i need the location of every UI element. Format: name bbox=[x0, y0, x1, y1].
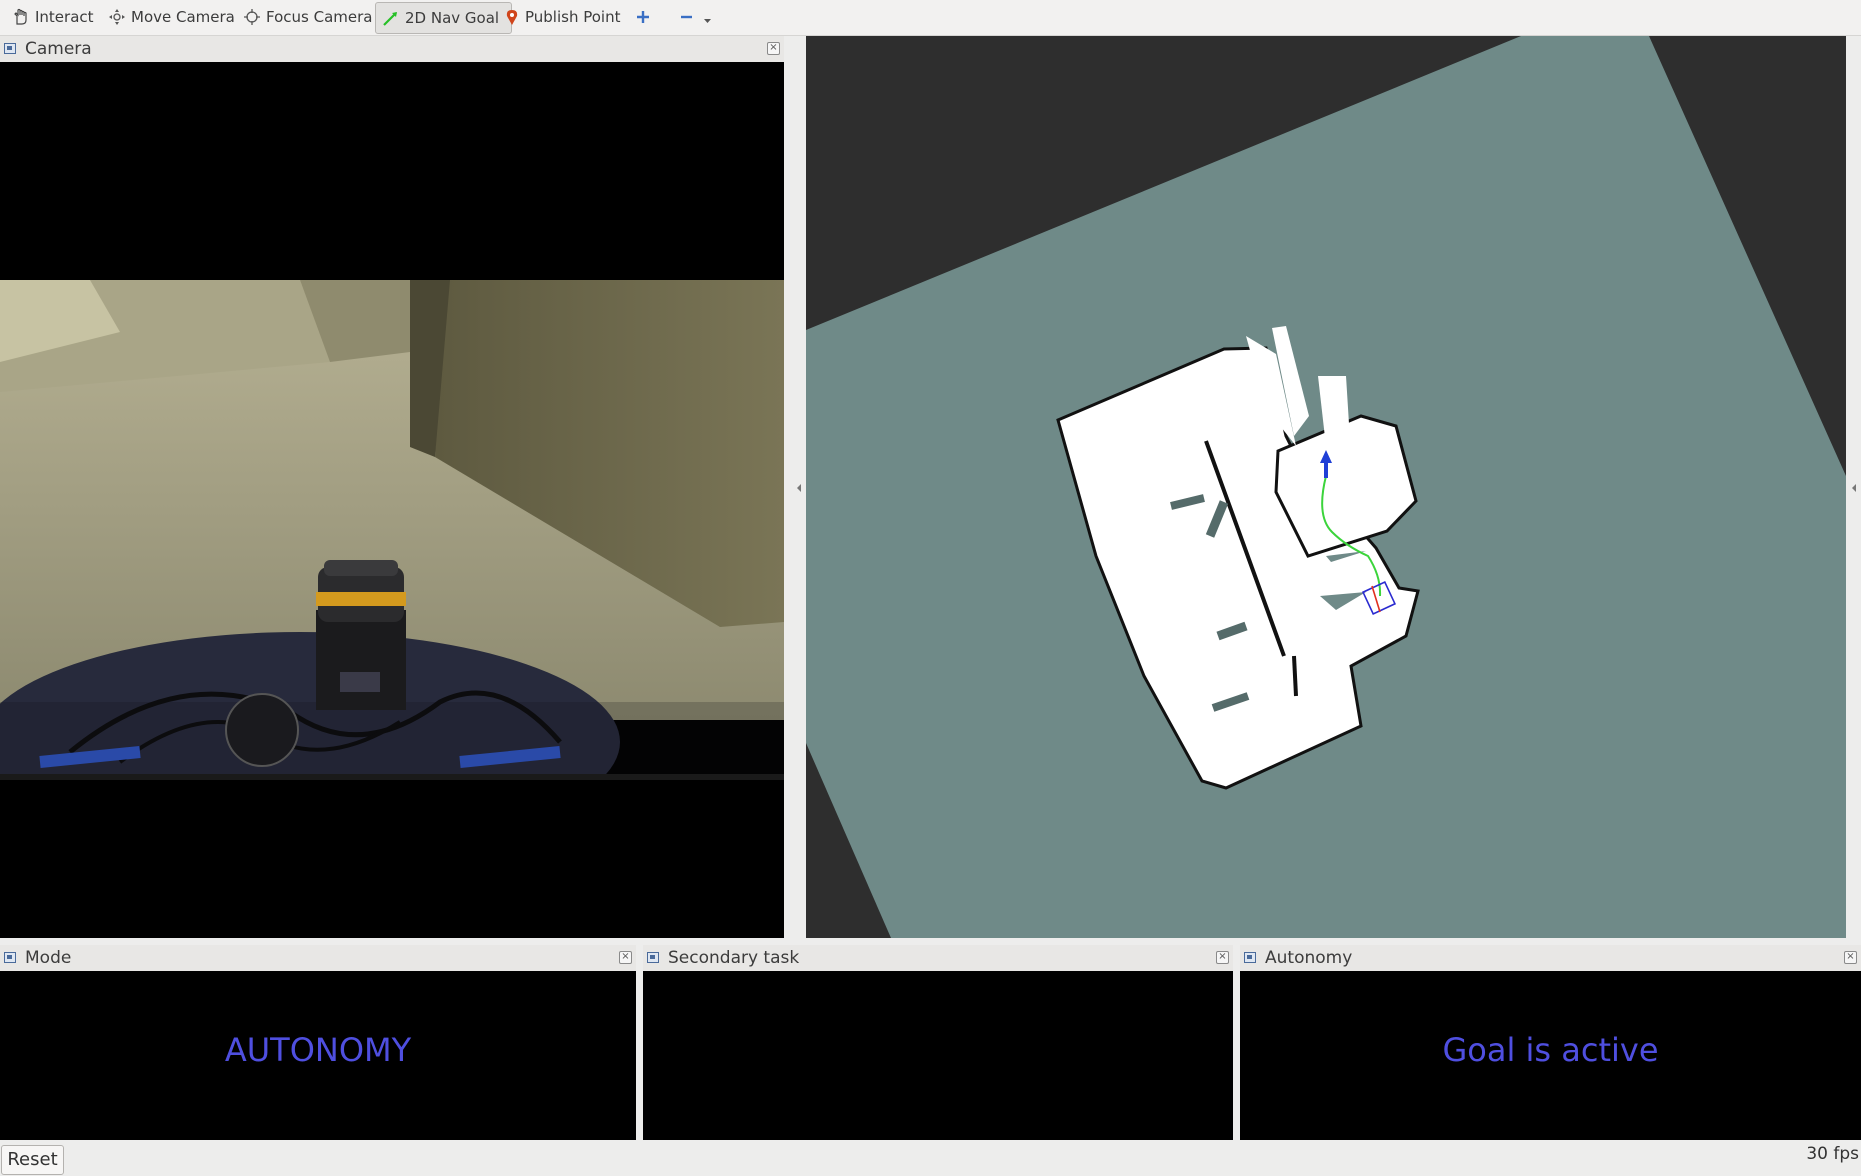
camera-panel-header[interactable]: Camera × bbox=[0, 36, 784, 63]
autonomy-status-text: Goal is active bbox=[1442, 1031, 1659, 1069]
plus-icon bbox=[637, 11, 649, 23]
close-icon[interactable]: × bbox=[767, 42, 780, 55]
right-dock-strip[interactable] bbox=[1846, 36, 1861, 938]
bottom-splitter[interactable] bbox=[0, 938, 1861, 945]
panel-icon bbox=[647, 952, 659, 963]
fps-readout: 30 fps bbox=[1806, 1144, 1859, 1164]
minus-icon bbox=[681, 15, 692, 19]
interact-tool[interactable]: Interact bbox=[12, 3, 94, 31]
close-icon[interactable]: × bbox=[619, 951, 632, 964]
interact-label: Interact bbox=[35, 8, 94, 26]
camera-frame bbox=[0, 280, 784, 938]
nav-goal-label: 2D Nav Goal bbox=[405, 9, 500, 27]
collapse-left-icon[interactable] bbox=[795, 483, 803, 493]
hand-icon bbox=[14, 8, 27, 25]
panel-icon bbox=[1244, 952, 1256, 963]
close-icon[interactable]: × bbox=[1844, 951, 1857, 964]
nav-goal-arrow-icon bbox=[383, 12, 397, 26]
mode-panel-header[interactable]: Mode × bbox=[0, 945, 636, 972]
focus-camera-icon bbox=[244, 9, 260, 25]
autonomy-panel-header[interactable]: Autonomy × bbox=[1240, 945, 1861, 972]
panel-splitter[interactable] bbox=[784, 36, 806, 938]
map-pin-icon bbox=[506, 10, 518, 25]
nav-goal-tool[interactable]: 2D Nav Goal bbox=[375, 2, 513, 34]
publish-point-label: Publish Point bbox=[525, 8, 621, 26]
close-icon[interactable]: × bbox=[1216, 951, 1229, 964]
autonomy-panel-title: Autonomy bbox=[1265, 948, 1353, 968]
secondary-panel-title: Secondary task bbox=[668, 948, 800, 968]
move-camera-label: Move Camera bbox=[131, 8, 235, 26]
move-camera-tool[interactable]: Move Camera bbox=[108, 3, 235, 31]
autonomy-panel-view: Goal is active bbox=[1240, 971, 1861, 1140]
map-3d-view[interactable] bbox=[806, 36, 1846, 938]
panel-icon bbox=[4, 952, 16, 963]
secondary-panel-header[interactable]: Secondary task × bbox=[643, 945, 1233, 972]
reset-button[interactable]: Reset bbox=[1, 1145, 64, 1175]
mode-panel-title: Mode bbox=[25, 948, 72, 968]
tool-toolbar: Interact Move Camera Focus Camera 2D Nav… bbox=[0, 0, 1861, 36]
occupancy-map bbox=[806, 36, 1846, 938]
publish-point-tool[interactable]: Publish Point bbox=[504, 3, 620, 31]
focus-camera-label: Focus Camera bbox=[266, 8, 373, 26]
move-camera-icon bbox=[109, 9, 125, 25]
mode-status-text: AUTONOMY bbox=[224, 1031, 412, 1069]
add-tool-button[interactable] bbox=[635, 3, 656, 31]
remove-tool-button[interactable] bbox=[679, 3, 717, 31]
focus-camera-tool[interactable]: Focus Camera bbox=[243, 3, 372, 31]
camera-panel-title: Camera bbox=[25, 39, 92, 59]
chevron-down-icon bbox=[704, 18, 711, 23]
camera-image-view[interactable] bbox=[0, 62, 784, 938]
panel-icon bbox=[4, 43, 16, 54]
secondary-panel-view bbox=[643, 971, 1233, 1140]
status-bar: Reset 30 fps bbox=[0, 1140, 1861, 1176]
mode-panel-view: AUTONOMY bbox=[0, 971, 636, 1140]
collapse-right-icon[interactable] bbox=[1850, 483, 1858, 493]
